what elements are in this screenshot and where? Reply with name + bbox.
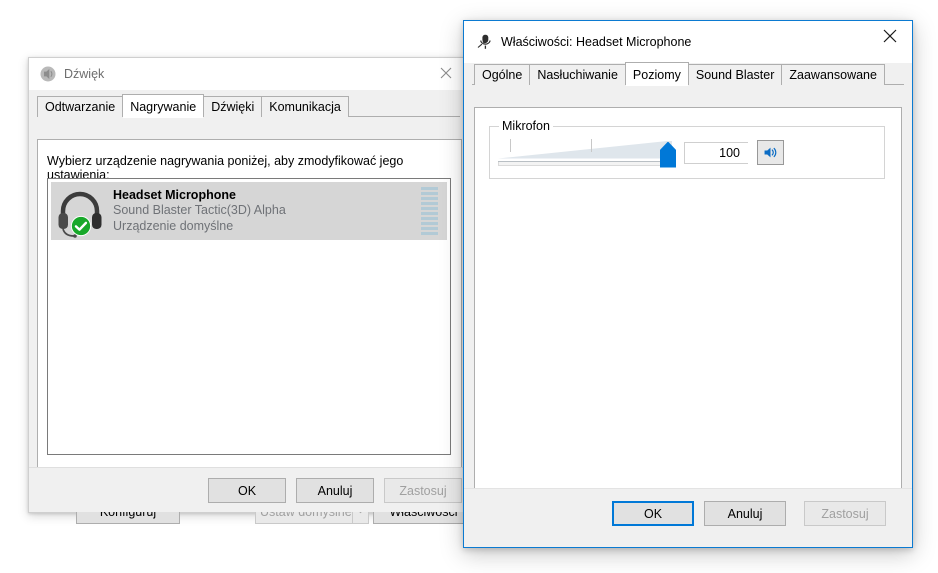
tab-nasluchiwanie[interactable]: Nasłuchiwanie (529, 63, 626, 85)
microphone-icon (476, 33, 494, 51)
properties-dialog-title: Właściwości: Headset Microphone (501, 35, 692, 49)
sound-dialog: Dźwięk Odtwarzanie Nagrywanie Dźwięki Ko… (28, 57, 474, 524)
microphone-level-group: Mikrofon 100 (489, 119, 885, 179)
headset-icon (53, 184, 107, 238)
levels-tab-panel: Mikrofon 100 (474, 107, 902, 490)
properties-dialog-titlebar: Właściwości: Headset Microphone (464, 21, 912, 63)
device-driver: Sound Blaster Tactic(3D) Alpha (113, 203, 286, 218)
tab-zaawansowane[interactable]: Zaawansowane (781, 63, 885, 85)
ok-button[interactable]: OK (208, 478, 286, 503)
recording-tab-panel: Wybierz urządzenie nagrywania poniżej, a… (37, 139, 462, 479)
ok-button[interactable]: OK (612, 501, 694, 526)
slider-tick (510, 138, 511, 152)
tab-dzwieki[interactable]: Dźwięki (203, 95, 263, 117)
sound-dialog-title: Dźwięk (64, 67, 105, 81)
desktop-background: Dźwięk Odtwarzanie Nagrywanie Dźwięki Ko… (0, 0, 938, 573)
slider-wedge (498, 140, 672, 159)
level-meter (421, 187, 438, 235)
properties-dialog-tabs: Ogólne Nasłuchiwanie Poziomy Sound Blast… (464, 61, 912, 86)
tab-poziomy[interactable]: Poziomy (624, 61, 689, 86)
tab-sound-blaster[interactable]: Sound Blaster (687, 63, 783, 85)
recording-hint: Wybierz urządzenie nagrywania poniżej, a… (47, 154, 404, 182)
cancel-button[interactable]: Anuluj (296, 478, 374, 503)
apply-button[interactable]: Zastosuj (804, 501, 886, 526)
sound-dialog-tabs: Odtwarzanie Nagrywanie Dźwięki Komunikac… (29, 93, 468, 118)
microphone-level-value[interactable]: 100 (684, 141, 748, 164)
tab-komunikacja[interactable]: Komunikacja (261, 95, 349, 117)
properties-dialog-footer: OK Anuluj Zastosuj (464, 488, 912, 547)
sound-dialog-titlebar: Dźwięk (29, 58, 468, 90)
device-name: Headset Microphone (113, 188, 236, 203)
speaker-on-icon[interactable] (757, 140, 784, 165)
cancel-button[interactable]: Anuluj (704, 501, 786, 526)
properties-dialog: Właściwości: Headset Microphone Ogólne N… (463, 20, 913, 548)
tab-nagrywanie[interactable]: Nagrywanie (122, 93, 205, 118)
recording-device-list[interactable]: Headset Microphone Sound Blaster Tactic(… (47, 178, 451, 455)
sound-dialog-footer: OK Anuluj Zastosuj (29, 467, 468, 512)
microphone-volume-slider[interactable] (498, 137, 680, 169)
slider-rail-base (498, 161, 672, 166)
apply-button[interactable]: Zastosuj (384, 478, 462, 503)
close-icon[interactable] (423, 58, 468, 88)
tab-odtwarzanie[interactable]: Odtwarzanie (37, 95, 124, 117)
microphone-level-row: 100 (490, 127, 884, 178)
device-status: Urządzenie domyślne (113, 218, 234, 233)
slider-tick (591, 138, 592, 152)
close-icon[interactable] (867, 21, 912, 51)
green-check-icon (70, 215, 92, 237)
tab-ogolne[interactable]: Ogólne (474, 63, 531, 85)
device-labels: Headset Microphone Sound Blaster Tactic(… (113, 188, 286, 234)
list-item[interactable]: Headset Microphone Sound Blaster Tactic(… (51, 182, 447, 240)
speaker-icon (39, 65, 57, 83)
